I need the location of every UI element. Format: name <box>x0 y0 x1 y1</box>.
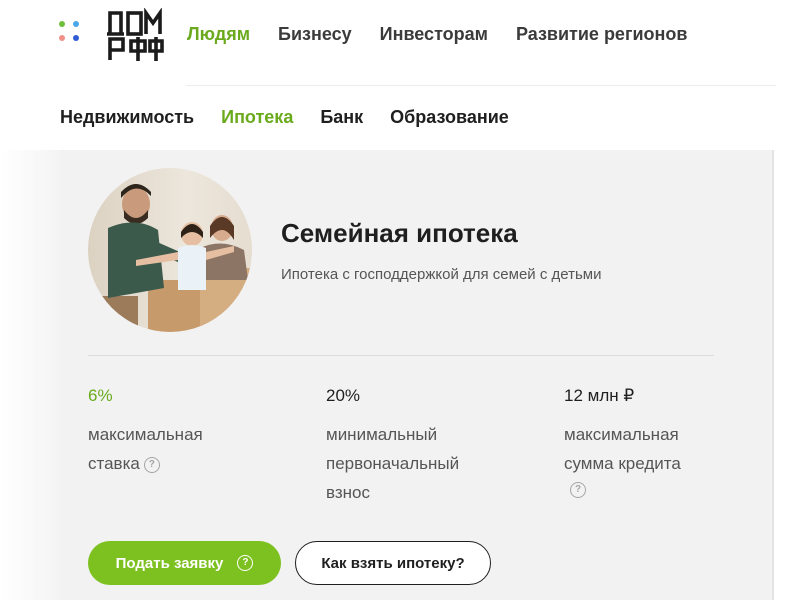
card-edge <box>772 150 774 600</box>
stat-min-down-payment: 20% минимальный первоначальный взнос <box>326 386 526 507</box>
sub-nav-real-estate[interactable]: Недвижимость <box>60 107 194 128</box>
sub-nav-bank[interactable]: Банк <box>320 107 363 128</box>
product-subtitle: Ипотека с господдержкой для семей с деть… <box>281 266 602 283</box>
stat-label: максимальная сумма кредита <box>564 420 764 478</box>
sub-nav-education[interactable]: Образование <box>390 107 509 128</box>
how-to-get-mortgage-button[interactable]: Как взять ипотеку? <box>295 541 491 585</box>
dom-rf-logo[interactable] <box>106 8 164 63</box>
help-icon[interactable]: ? <box>143 456 160 473</box>
dot-blue <box>73 21 79 27</box>
stat-label-line: сумма кредита <box>564 454 681 473</box>
stat-label: минимальный первоначальный взнос <box>326 420 526 507</box>
stat-label-line: минимальный <box>326 425 438 444</box>
stat-value: 20% <box>326 386 361 405</box>
stat-label-line: первоначальный <box>326 454 460 473</box>
apply-button-label: Подать заявку <box>115 554 224 572</box>
main-nav-people[interactable]: Людям <box>187 24 250 45</box>
family-photo <box>88 168 252 332</box>
main-nav: Людям Бизнесу Инвесторам Развитие регион… <box>187 24 687 45</box>
stat-label-line: максимальная <box>88 425 203 444</box>
stat-value: 6% <box>88 386 113 405</box>
help-icon[interactable]: ? <box>237 555 254 571</box>
apply-button[interactable]: Подать заявку ? <box>88 541 281 585</box>
product-card: Семейная ипотека Ипотека с господдержкой… <box>60 150 772 600</box>
stat-label-line: взнос <box>326 483 370 502</box>
stat-max-rate: 6% максимальная ставка? <box>88 386 288 478</box>
dot-navy <box>73 35 79 41</box>
dot-green <box>59 21 65 27</box>
stat-value: 12 млн ₽ <box>564 386 635 405</box>
sub-nav: Недвижимость Ипотека Банк Образование <box>60 107 509 128</box>
stat-max-loan-amount: 12 млн ₽ максимальная сумма кредита ? <box>564 386 764 498</box>
stat-label-line: ставка <box>88 454 140 473</box>
main-nav-business[interactable]: Бизнесу <box>278 24 352 45</box>
header-divider <box>186 85 776 86</box>
sub-nav-mortgage[interactable]: Ипотека <box>221 107 293 128</box>
help-icon[interactable]: ? <box>570 482 586 498</box>
product-title: Семейная ипотека <box>281 218 518 248</box>
site-header: Людям Бизнесу Инвесторам Развитие регион… <box>0 0 800 86</box>
main-nav-investors[interactable]: Инвесторам <box>380 24 488 45</box>
stat-label: максимальная ставка? <box>88 420 288 478</box>
dot-pink <box>59 35 65 41</box>
stat-label-line: максимальная <box>564 425 679 444</box>
brand-dots-icon <box>59 21 85 47</box>
main-nav-regions[interactable]: Развитие регионов <box>516 24 687 45</box>
card-divider <box>88 355 714 356</box>
left-fade <box>0 150 60 600</box>
